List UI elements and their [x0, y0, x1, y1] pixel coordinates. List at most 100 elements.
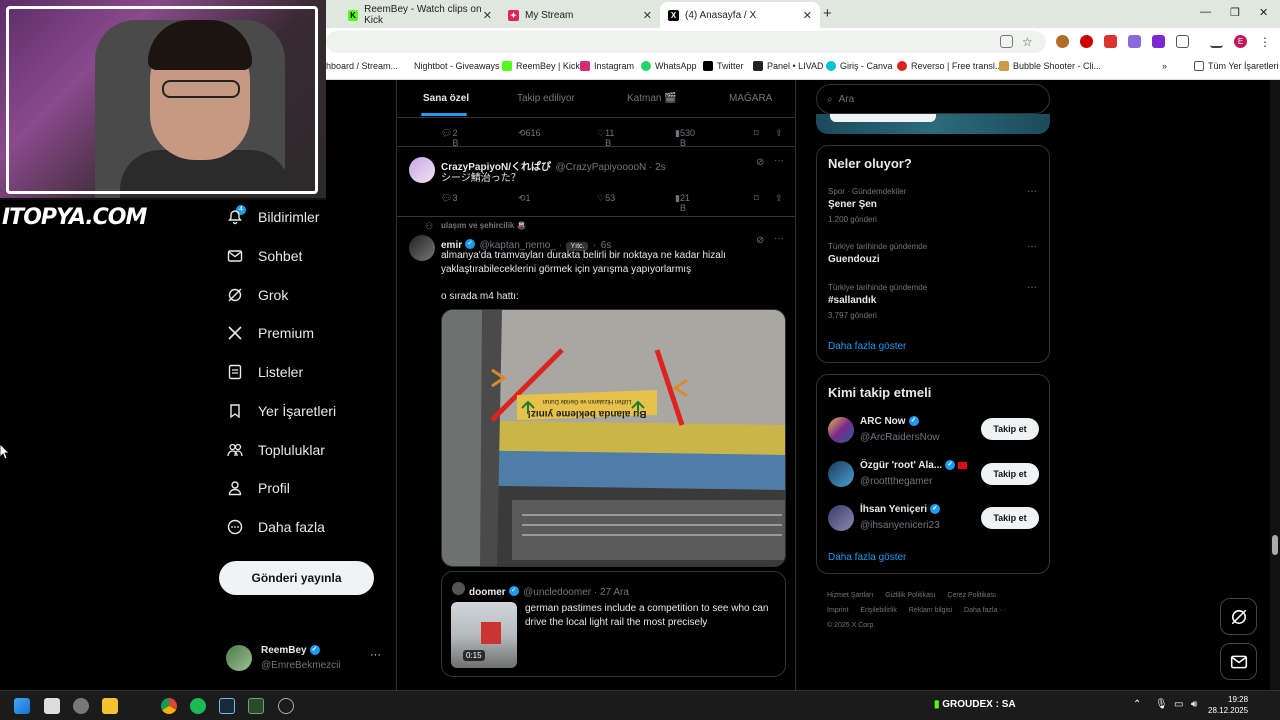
premium-banner[interactable]	[816, 114, 1050, 134]
url-input[interactable]	[326, 31, 1046, 53]
nav-chat[interactable]: Sohbet	[226, 241, 302, 271]
bookmark-icon[interactable]: ⌑	[754, 128, 759, 139]
follow-button[interactable]: Takip et	[981, 463, 1039, 485]
nav-profile[interactable]: Profil	[226, 473, 290, 503]
footer-link[interactable]: Reklam bilgisi	[909, 607, 952, 614]
share-icon[interactable]: ⇪	[775, 193, 783, 204]
bookmark[interactable]: hboard / Stream...	[326, 61, 398, 71]
messages-fab-button[interactable]	[1220, 643, 1257, 680]
bookmark[interactable]: WhatsApp	[641, 61, 697, 71]
footer-link[interactable]: Hizmet Şartları	[827, 592, 873, 599]
bookmark[interactable]: Giriş - Canva	[826, 61, 893, 71]
steam-icon[interactable]	[219, 698, 235, 714]
bookmark[interactable]: Reverso | Free transl...	[897, 61, 1002, 71]
tab-x-home[interactable]: X (4) Anasayfa / X ✕	[660, 2, 820, 28]
video-thumbnail[interactable]: 0:15	[451, 602, 517, 668]
tab-katman[interactable]: Katman 🎬	[627, 93, 677, 104]
reply-button[interactable]: 💬︎ 2 B	[441, 128, 458, 148]
follow-button[interactable]: Takip et	[981, 507, 1039, 529]
microphone-icon[interactable]: 🎙︎	[1155, 699, 1168, 710]
windows-start-icon[interactable]	[14, 698, 30, 714]
system-clock[interactable]: 19:28 28.12.2025	[1208, 694, 1248, 716]
bookmark[interactable]: Twitter	[703, 61, 744, 71]
repost-button[interactable]: ⟲ 1	[518, 193, 531, 204]
tweet-media-image[interactable]: Lütfen Hizalanın ve Geride Durun Bu alan…	[441, 309, 786, 567]
extension-icon[interactable]	[1056, 35, 1069, 48]
bookmark[interactable]: Panel • LIVAD	[753, 61, 824, 71]
avatar[interactable]	[409, 157, 435, 183]
trend-name[interactable]: Şener Şen	[828, 199, 877, 210]
more-icon[interactable]: ···	[774, 233, 784, 244]
like-button[interactable]: ♡ 53	[597, 193, 615, 204]
bookmark[interactable]: ReemBey | Kick	[502, 61, 580, 71]
bookmark[interactable]: Instagram	[580, 61, 634, 71]
nav-communities[interactable]: Topluluklar	[226, 435, 325, 465]
file-explorer-icon[interactable]	[102, 698, 118, 714]
nav-bookmarks[interactable]: Yer İşaretleri	[226, 396, 336, 426]
close-icon[interactable]: ✕	[803, 9, 812, 22]
bookmark-icon[interactable]: ⌑	[754, 193, 759, 204]
extension-icon[interactable]	[1128, 35, 1141, 48]
account-switcher[interactable]: ReemBey ✓ @EmreBekmezcii ···	[226, 643, 386, 675]
show-more-link[interactable]: Daha fazla göster	[828, 552, 906, 563]
community-context[interactable]: ulaşım ve şehircilik 🚇	[441, 221, 527, 230]
quoted-tweet[interactable]: doomer ✓ @uncledoomer · 27 Ara 0:15 germa…	[441, 571, 786, 677]
profile-avatar[interactable]: E	[1234, 35, 1247, 48]
chevron-up-icon[interactable]: ⌃	[1133, 699, 1141, 710]
bookmark-folder[interactable]: Tüm Yer İşaretleri	[1194, 61, 1279, 71]
grok-icon[interactable]: ⊘	[756, 235, 764, 246]
reply-button[interactable]: 💬︎ 3	[441, 193, 457, 204]
footer-link[interactable]: Daha fazla ···	[964, 607, 1006, 614]
chrome-icon[interactable]	[161, 698, 177, 714]
more-icon[interactable]: ···	[1027, 241, 1037, 252]
star-icon[interactable]: ☆	[1022, 35, 1035, 49]
grok-icon[interactable]: ⊘	[756, 157, 764, 168]
post-button[interactable]: Gönderi yayınla	[219, 561, 374, 595]
bookmark[interactable]: Nightbot - Giveaways	[414, 61, 500, 71]
footer-link[interactable]: Imprint	[827, 607, 848, 614]
views-button[interactable]: ▮ 530 B	[675, 128, 695, 148]
avatar[interactable]	[409, 235, 435, 261]
footer-link[interactable]: Gizlilik Politikası	[885, 592, 935, 599]
wtf-name[interactable]: Özgür 'root' Ala... ✓	[860, 460, 968, 471]
app-icon[interactable]	[278, 698, 294, 714]
media-icon[interactable]	[1210, 35, 1223, 48]
more-icon[interactable]: ···	[774, 155, 784, 166]
trend-name[interactable]: #sallandık	[828, 295, 876, 306]
extension-icon[interactable]	[1080, 35, 1093, 48]
avatar[interactable]	[828, 461, 854, 487]
tab-following[interactable]: Takip ediliyor	[517, 93, 575, 104]
account-more-icon[interactable]: ···	[370, 649, 381, 661]
bookmark-overflow-icon[interactable]: »	[1162, 61, 1167, 71]
adblock-icon[interactable]	[1104, 35, 1117, 48]
like-button[interactable]: ♡ 11 B	[597, 128, 614, 148]
nav-grok[interactable]: Grok	[226, 280, 288, 310]
nav-lists[interactable]: Listeler	[226, 357, 303, 387]
tweet[interactable]: CrazyPapiyoN/くれぱぴ @CrazyPapiyooooN · 2s …	[397, 147, 795, 217]
search-input[interactable]: ⌕ Ara	[816, 84, 1050, 114]
views-button[interactable]: ▮ 21 B	[675, 193, 690, 213]
task-view-icon[interactable]	[44, 698, 60, 714]
xbox-icon[interactable]	[248, 698, 264, 714]
settings-icon[interactable]	[73, 698, 89, 714]
nav-more[interactable]: Daha fazla	[226, 512, 325, 542]
repost-button[interactable]: ⟲ 616	[518, 128, 541, 139]
close-icon[interactable]: ✕	[483, 9, 492, 22]
follow-button[interactable]: Takip et	[981, 418, 1039, 440]
volume-icon[interactable]: 🔊︎	[1191, 699, 1197, 710]
close-icon[interactable]: ✕	[643, 9, 652, 22]
nav-premium[interactable]: Premium	[226, 318, 314, 348]
wtf-name[interactable]: İhsan Yeniçeri ✓	[860, 504, 941, 515]
banner-button[interactable]	[830, 114, 936, 122]
grok-fab-button[interactable]	[1220, 598, 1257, 635]
scrollbar-thumb[interactable]	[1272, 535, 1278, 555]
restore-icon[interactable]: ❐	[1230, 6, 1240, 19]
minimize-icon[interactable]: —	[1200, 6, 1211, 18]
footer-link[interactable]: Erişilebilirlik	[860, 607, 897, 614]
share-icon[interactable]: ⇪	[775, 128, 783, 139]
puzzle-icon[interactable]	[1176, 35, 1189, 48]
menu-icon[interactable]: ⋮	[1259, 35, 1272, 49]
trend-name[interactable]: Guendouzi	[828, 254, 880, 265]
more-icon[interactable]: ···	[1027, 186, 1037, 197]
avatar[interactable]	[828, 505, 854, 531]
